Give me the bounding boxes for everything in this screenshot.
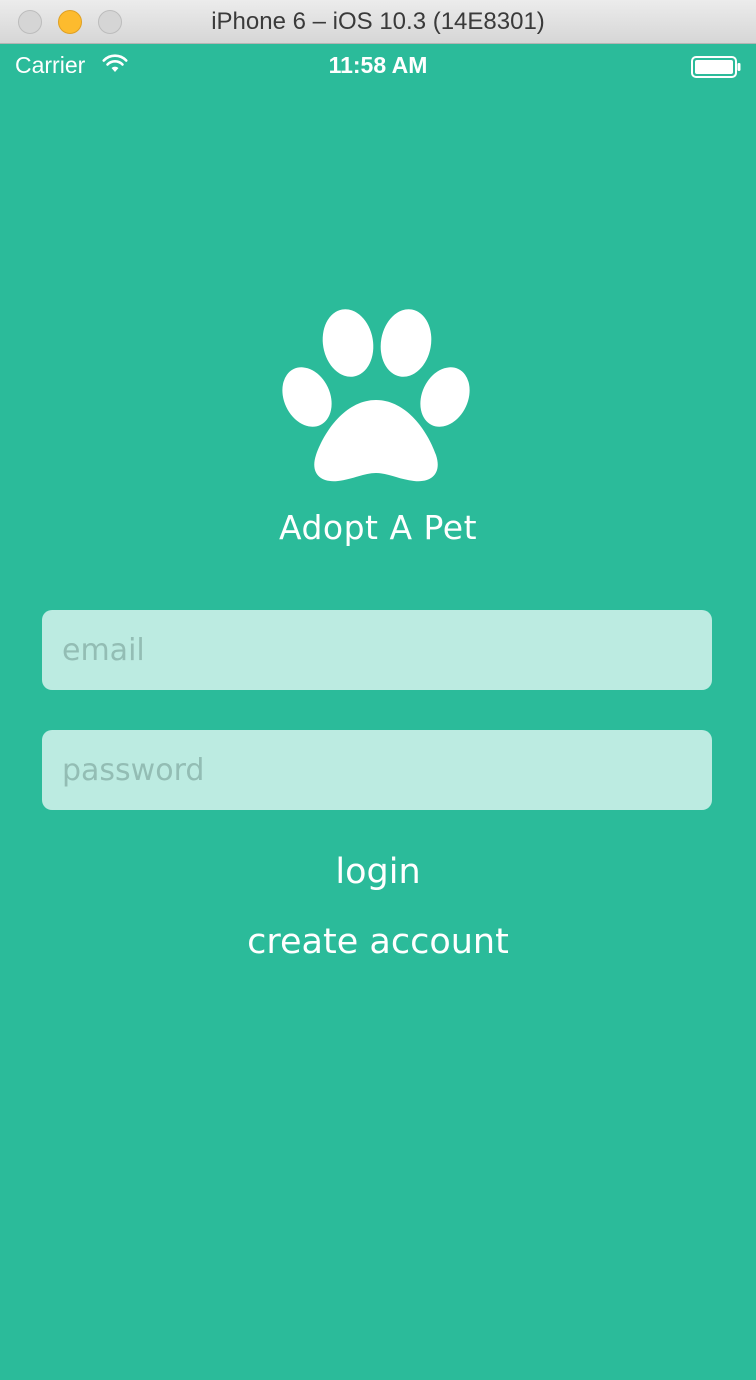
paw-print-icon xyxy=(282,309,470,482)
login-button[interactable]: login xyxy=(0,852,756,892)
simulator-window: iPhone 6 – iOS 10.3 (14E8301) Carrier 11… xyxy=(0,0,756,1380)
window-titlebar: iPhone 6 – iOS 10.3 (14E8301) xyxy=(0,0,756,44)
app-title: Adopt A Pet xyxy=(278,508,478,547)
status-time: 11:58 AM xyxy=(328,52,428,78)
battery-full-icon xyxy=(691,56,741,78)
email-field[interactable] xyxy=(42,610,712,690)
window-title: iPhone 6 – iOS 10.3 (14E8301) xyxy=(211,8,545,35)
password-field[interactable] xyxy=(42,730,712,810)
ios-status-bar: Carrier 11:58 AM xyxy=(0,44,756,86)
create-account-button[interactable]: create account xyxy=(0,922,756,962)
